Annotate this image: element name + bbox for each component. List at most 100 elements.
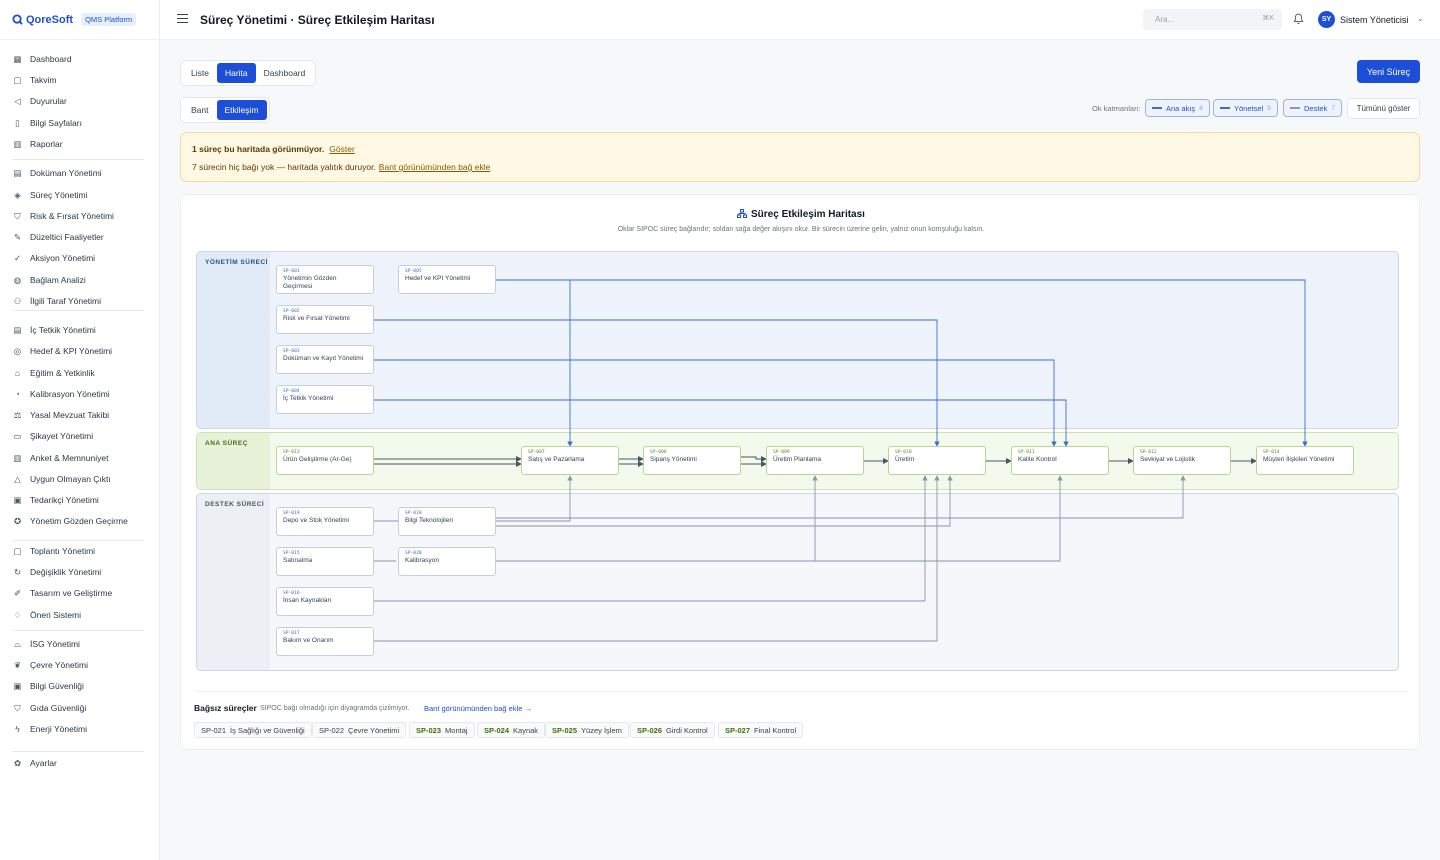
sidebar-item-i-sg-yönetimi[interactable]: ⌓ İSG Yönetimi: [12, 635, 80, 653]
process-node-sp017[interactable]: SP-017 Bakım ve Onarım: [276, 627, 374, 656]
search-input[interactable]: Ara... ⌘K: [1143, 9, 1282, 30]
sidebar-item-label: Bağlam Analizi: [30, 275, 86, 285]
sidebar-item-aksiyon-yönetimi[interactable]: ✓ Aksiyon Yönetimi: [12, 249, 95, 267]
process-node-sp010[interactable]: SP-010 Üretim: [888, 446, 986, 475]
sidebar-item-kalibrasyon-yönetimi[interactable]: ◔ Kalibrasyon Yönetimi: [12, 385, 110, 403]
sidebar-item-toplantı-yönetimi[interactable]: ▢ Toplantı Yönetimi: [12, 542, 95, 560]
sidebar-item-eğitim-yetkinlik[interactable]: ⌂ Eğitim & Yetkinlik: [12, 364, 95, 382]
map-card: Süreç Etkileşim Haritası Oklar SIPOC sür…: [180, 194, 1420, 750]
sidebar-item-çevre-yönetimi[interactable]: ❦ Çevre Yönetimi: [12, 656, 88, 674]
process-node-sp019[interactable]: SP-019 Depo ve Stok Yönetimi: [276, 507, 374, 536]
message-icon: ▭: [13, 430, 22, 441]
layer-toggle-support[interactable]: Destek 7: [1283, 99, 1342, 117]
avatar[interactable]: SY: [1318, 11, 1335, 28]
sidebar-item-bilgi-güvenliği[interactable]: ▣ Bilgi Güvenliği: [12, 677, 84, 695]
sidebar-item-label: Gıda Güvenliği: [30, 703, 87, 713]
sidebar: QoreSoft QMS Platform ▦ Dashboard ▢ Takvim ◁…: [0, 0, 160, 860]
process-node-sp002[interactable]: SP-002 Risk ve Fırsat Yönetimi: [276, 305, 374, 334]
sidebar-item-değişiklik-yönetimi[interactable]: ↻ Değişiklik Yönetimi: [12, 563, 101, 581]
sidebar-item-bilgi-sayfaları[interactable]: ▯ Bilgi Sayfaları: [12, 114, 82, 132]
process-node-sp007[interactable]: SP-007 Satış ve Pazarlama: [521, 446, 619, 475]
tab-liste[interactable]: Liste: [183, 63, 217, 83]
layers-label: Ok katmanları:: [1092, 104, 1141, 113]
sidebar-item-tasarım-ve-geliştirme[interactable]: ✐ Tasarım ve Geliştirme: [12, 584, 112, 602]
chart-icon: ▥: [13, 138, 22, 149]
process-node-sp001[interactable]: SP-001 Yönetimin Gözden Geçirmesi: [276, 265, 374, 294]
process-node-sp011[interactable]: SP-011 Kalite Kontrol: [1011, 446, 1109, 475]
show-hidden-link[interactable]: Göster: [329, 144, 355, 154]
node-name: Yönetimin Gözden Geçirmesi: [283, 275, 337, 290]
process-node-sp005[interactable]: SP-005 Hedef ve KPI Yönetimi: [398, 265, 496, 294]
check-circle-icon: ✓: [13, 252, 22, 263]
show-all-button[interactable]: Tümünü göster: [1347, 98, 1420, 119]
sidebar-item-takvim[interactable]: ▢ Takvim: [12, 71, 56, 89]
bell-icon[interactable]: [1293, 13, 1304, 25]
sidebar-item-ayarlar[interactable]: ✿ Ayarlar: [12, 754, 57, 772]
new-process-button[interactable]: Yeni Süreç: [1357, 60, 1420, 83]
sidebar-item-yasal-mevzuat-takibi[interactable]: ⚖ Yasal Mevzuat Takibi: [12, 406, 109, 424]
add-link-link[interactable]: Bant görünümünden bağ ekle: [379, 162, 491, 172]
sidebar-item-süreç-yönetimi[interactable]: ◈ Süreç Yönetimi: [12, 186, 87, 204]
sidebar-item-yönetim-gözden-geçirme[interactable]: ✪ Yönetim Gözden Geçirme: [12, 512, 128, 530]
sidebar-item-i-ç-tetkik-yönetimi[interactable]: ▤ İç Tetkik Yönetimi: [12, 321, 95, 339]
process-node-sp020[interactable]: SP-020 Kalibrasyon: [398, 547, 496, 576]
isolated-process-chip[interactable]: SP-024 Kaynak: [477, 722, 546, 738]
user-name[interactable]: Sistem Yöneticisi: [1340, 15, 1408, 25]
isolated-process-chip[interactable]: SP-022 Çevre Yönetimi: [312, 722, 407, 738]
isolated-process-chip[interactable]: SP-021 İş Sağlığı ve Güvenliği: [194, 722, 312, 738]
sidebar-item-gıda-güvenliği[interactable]: ⛉ Gıda Güvenliği: [12, 699, 86, 717]
chevron-down-icon[interactable]: ⌄: [1417, 14, 1424, 23]
isolated-add-link[interactable]: Bant görünümünden bağ ekle →: [424, 704, 532, 713]
sidebar-item-label: Takvim: [30, 75, 57, 85]
process-node-sp014[interactable]: SP-014 Müşteri İlişkileri Yönetimi: [1256, 446, 1354, 475]
arrow-sp002-sp010: [374, 319, 940, 447]
sidebar-item-anket-memnuniyet[interactable]: ▥ Anket & Memnuniyet: [12, 449, 108, 467]
arrow-sp018-sp010: [496, 475, 953, 527]
isolated-process-chip[interactable]: SP-023 Montaj: [409, 722, 475, 738]
sidebar-item-tedarikçi-yönetimi[interactable]: ▣ Tedarikçi Yönetimi: [12, 491, 98, 509]
node-name: Bilgi Teknolojileri: [405, 517, 453, 524]
node-name: Depo ve Stok Yönetimi: [283, 517, 349, 524]
logo-icon: [12, 14, 23, 25]
process-node-sp003[interactable]: SP-003 Doküman ve Kayıt Yönetimi: [276, 345, 374, 374]
sidebar-item-label: Bilgi Güvenliği: [30, 681, 84, 691]
tab-etkilesim[interactable]: Etkileşim: [216, 100, 267, 120]
sidebar-item-hedef-kpi-yönetimi[interactable]: ◎ Hedef & KPI Yönetimi: [12, 342, 112, 360]
menu-toggle-icon[interactable]: [177, 14, 188, 24]
process-node-sp009[interactable]: SP-009 Üretim Planlama: [766, 446, 864, 475]
sidebar-item-enerji-yönetimi[interactable]: ϟ Enerji Yönetimi: [12, 720, 87, 738]
sidebar-item-şikayet-yönetimi[interactable]: ▭ Şikayet Yönetimi: [12, 427, 93, 445]
tab-bant[interactable]: Bant: [183, 100, 217, 120]
sidebar-item-uygun-olmayan-çıktı[interactable]: △ Uygun Olmayan Çıktı: [12, 470, 111, 488]
sidebar-item-öneri-sistemi[interactable]: ♢ Öneri Sistemi: [12, 606, 81, 624]
process-node-sp018[interactable]: SP-018 Bilgi Teknolojileri: [398, 507, 496, 536]
process-node-sp015[interactable]: SP-015 Satınalma: [276, 547, 374, 576]
process-node-sp013[interactable]: SP-013 Ürün Geliştirme (Ar-Ge): [276, 446, 374, 475]
isolated-process-chip[interactable]: SP-025 Yüzey İşlem: [545, 722, 629, 738]
process-node-sp004[interactable]: SP-004 İç Tetkik Yönetimi: [276, 385, 374, 414]
layers-icon: ◈: [14, 189, 21, 200]
process-node-sp016[interactable]: SP-016 İnsan Kaynakları: [276, 587, 374, 616]
tab-harita[interactable]: Harita: [216, 63, 256, 83]
sidebar-item-label: Toplantı Yönetimi: [30, 546, 96, 556]
layer-count: 8: [1199, 104, 1203, 112]
sidebar-item-i-lgili-taraf-yönetimi[interactable]: ⚇ İlgili Taraf Yönetimi: [12, 292, 101, 310]
brand: QoreSoft QMS Platform: [0, 0, 159, 40]
sidebar-item-label: Raporlar: [30, 139, 63, 149]
sidebar-item-bağlam-analizi[interactable]: ◍ Bağlam Analizi: [12, 271, 86, 289]
book-icon: ▯: [15, 117, 20, 128]
sidebar-item-doküman-yönetimi[interactable]: ▤ Doküman Yönetimi: [12, 164, 101, 182]
isolated-process-chip[interactable]: SP-026 Girdi Kontrol: [630, 722, 715, 738]
tab-dashboard[interactable]: Dashboard: [256, 63, 314, 83]
isolated-process-chip[interactable]: SP-027 Final Kontrol: [718, 722, 804, 738]
sidebar-item-düzeltici-faaliyetler[interactable]: ✎ Düzeltici Faaliyetler: [12, 228, 104, 246]
brand-logo[interactable]: QoreSoft: [12, 14, 73, 26]
sidebar-item-risk-fırsat-yönetimi[interactable]: ⛉ Risk & Fırsat Yönetimi: [12, 207, 114, 225]
process-node-sp012[interactable]: SP-012 Sevkiyat ve Lojistik: [1133, 446, 1231, 475]
layer-toggle-main[interactable]: Ana akış 8: [1145, 99, 1210, 117]
sidebar-item-duyurular[interactable]: ◁ Duyurular: [12, 92, 67, 110]
process-node-sp008[interactable]: SP-008 Sipariş Yönetimi: [643, 446, 741, 475]
sidebar-item-raporlar[interactable]: ▥ Raporlar: [12, 135, 63, 153]
layer-toggle-management[interactable]: Yönetsel 5: [1213, 99, 1278, 117]
sidebar-item-dashboard[interactable]: ▦ Dashboard: [12, 50, 71, 68]
